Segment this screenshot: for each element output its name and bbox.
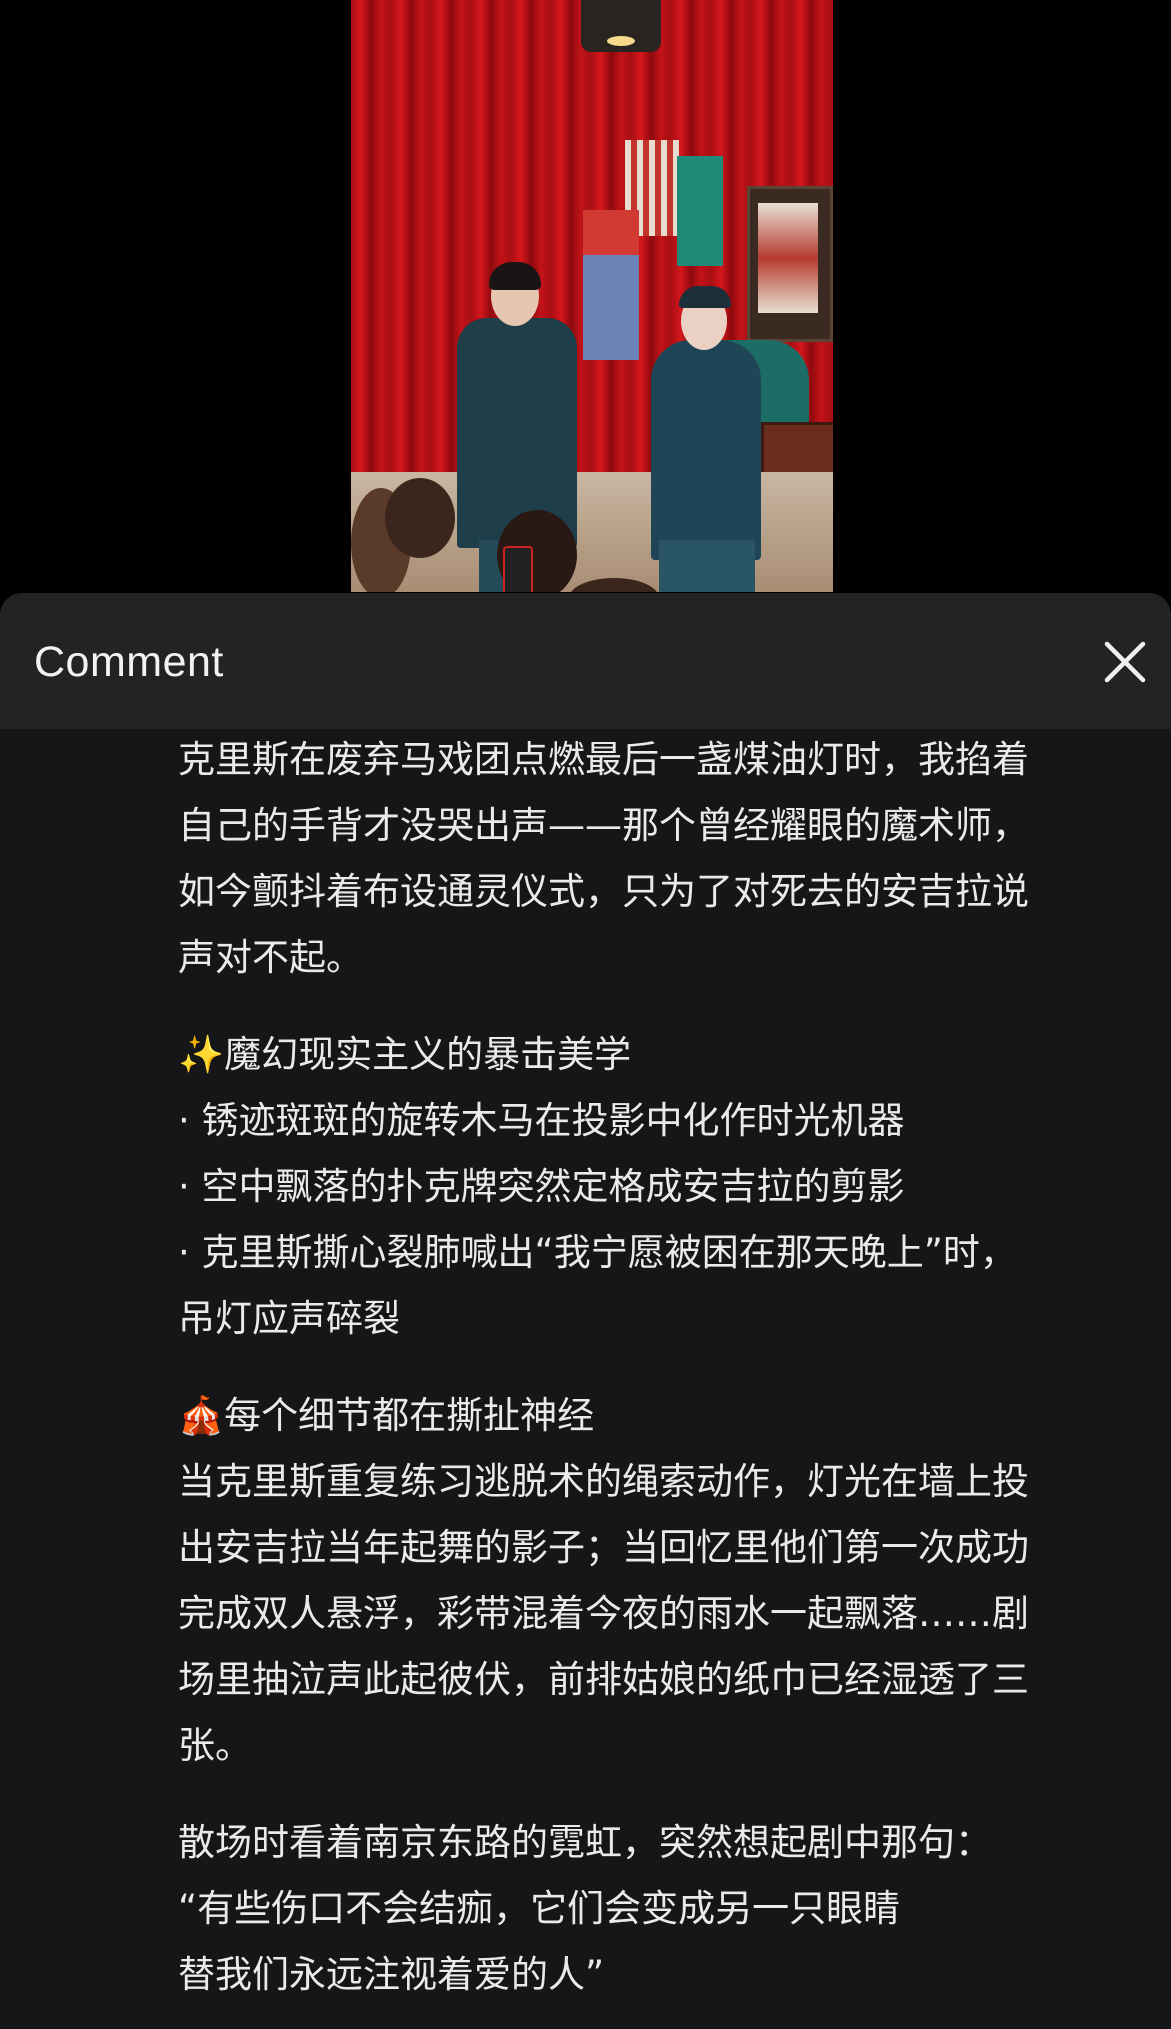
video-thumbnail[interactable] xyxy=(351,0,833,592)
audience-member xyxy=(385,478,455,558)
comment-sheet-header: Comment xyxy=(0,593,1171,729)
performer-right xyxy=(651,340,761,560)
close-button[interactable] xyxy=(1100,637,1150,687)
comment-sheet: Comment 克里斯在废弃马戏团点燃最后一盏煤油灯时，我掐着 自己的手背才没哭… xyxy=(0,593,1171,2029)
audience-phone xyxy=(503,546,533,592)
hanging-garment xyxy=(677,156,723,266)
comment-paragraph: 散场时看着南京东路的霓虹，突然想起剧中那句： “有些伤口不会结痂，它们会变成另一… xyxy=(178,1821,992,1996)
comment-paragraph: ✨魔幻现实主义的暴击美学 · 锈迹斑斑的旋转木马在投影中化作时光机器 · 空中飘… xyxy=(178,1033,1017,1340)
performer-right-legs xyxy=(659,540,755,592)
stage-lamp xyxy=(581,0,661,52)
comment-paragraph: 🎪每个细节都在撕扯神经 当克里斯重复练习逃脱术的绳索动作，灯光在墙上投 出安吉拉… xyxy=(178,1394,1029,1767)
comment-paragraph: 克里斯在废弃马戏团点燃最后一盏煤油灯时，我掐着 自己的手背才没哭出声——那个曾经… xyxy=(178,738,1029,979)
sheet-title: Comment xyxy=(34,638,224,686)
performer-left xyxy=(457,318,577,548)
comment-text: 克里斯在废弃马戏团点燃最后一盏煤油灯时，我掐着 自己的手背才没哭出声——那个曾经… xyxy=(178,727,1158,2008)
stage-poster xyxy=(747,186,833,342)
performer-right-cap xyxy=(679,286,731,308)
close-icon xyxy=(1104,641,1146,683)
video-area[interactable] xyxy=(0,0,1171,600)
hanging-garment xyxy=(583,210,639,360)
